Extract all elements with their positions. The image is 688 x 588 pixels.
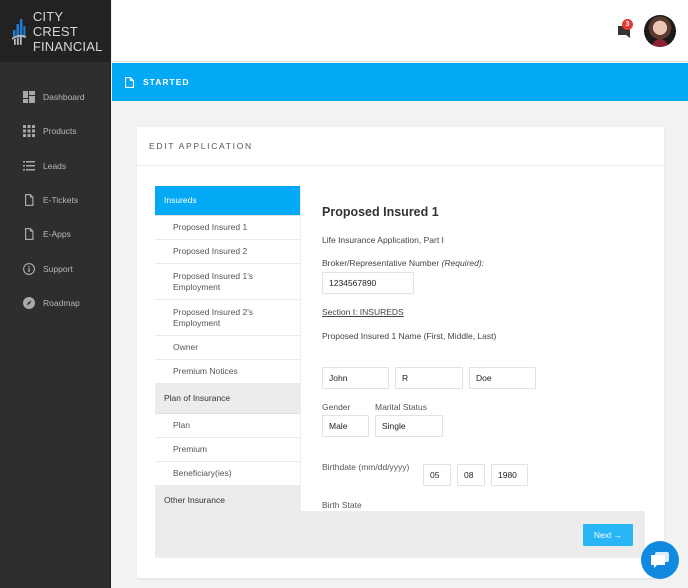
step-label: Plan [173,420,191,430]
steps-nav[interactable]: Insureds Proposed Insured 1 Proposed Ins… [155,186,301,511]
sidebar-item-products[interactable]: Products [0,114,111,148]
sidebar-item-label: Dashboard [43,92,85,103]
form-title: Proposed Insured 1 [322,205,439,219]
last-name-input[interactable]: Doe [469,367,536,389]
step-premium-notices[interactable]: Premium Notices [155,360,300,384]
step-proposed-insured-2[interactable]: Proposed Insured 2 [155,240,300,264]
edit-application-card: EDIT APPLICATION Insureds Proposed Insur… [137,127,664,578]
section-label: Section I: INSUREDS [322,307,404,317]
sidebar-item-label: Products [43,126,77,137]
birth-month-input[interactable]: 05 [423,464,451,486]
step-other-insurance[interactable]: Other Insurance [155,486,300,511]
sidebar-item-label: Roadmap [43,297,80,308]
document-icon [125,76,134,88]
step-label: Proposed Insured 2's Employment [173,306,254,328]
chat-button[interactable] [641,541,679,579]
notification-badge: 3 [622,19,633,30]
sidebar-item-label: Leads [43,160,67,171]
sidebar-item-e-tickets[interactable]: E-Tickets [0,183,111,217]
step-label: Owner [173,342,199,352]
brand-logo[interactable]: CITY CREST FINANCIAL [0,0,111,62]
step-proposed-insured-1[interactable]: Proposed Insured 1 [155,216,300,240]
broker-label-text: Broker/Representative Number [322,258,442,268]
first-name-input[interactable]: John [322,367,389,389]
application-form: Proposed Insured 1 Life Insurance Applic… [322,186,652,511]
name-label: Proposed Insured 1 Name (First, Middle, … [322,331,497,341]
required-note: (Required): [441,258,485,268]
birth-year-input[interactable]: 1980 [491,464,528,486]
sidebar-item-support[interactable]: Support [0,251,111,285]
step-label: Beneficiary(ies) [173,468,232,478]
step-insured-1-employment[interactable]: Proposed Insured 1's Employment [155,264,300,300]
status-label: STARTED [143,77,190,87]
chat-icon [651,552,669,568]
top-bar: 3 [112,0,688,62]
broker-number-input[interactable]: 1234567890 [322,272,414,294]
marital-status-select[interactable]: Single [375,415,443,437]
brand-line-2: FINANCIAL [32,38,103,54]
sidebar-item-label: E-Apps [43,229,71,240]
step-label: Other Insurance [164,495,225,505]
step-beneficiaries[interactable]: Beneficiary(ies) [155,462,300,486]
sidebar-item-roadmap[interactable]: Roadmap [0,286,111,320]
sidebar: CITY CREST FINANCIAL Dashboard Products … [0,0,111,588]
step-label: Proposed Insured 2 [173,246,248,256]
gender-select[interactable]: Male [322,415,369,437]
list-icon [23,160,35,172]
form-footer: Next → [155,511,645,558]
sidebar-nav: Dashboard Products Leads E-Tickets E-App… [0,80,111,320]
brand-name: CITY CREST FINANCIAL [33,9,111,54]
step-label: Premium [173,444,208,454]
brand-line-1: CITY CREST [32,8,78,39]
info-icon [23,262,35,275]
step-label: Plan of Insurance [164,393,231,403]
step-insured-2-employment[interactable]: Proposed Insured 2's Employment [155,300,300,336]
compass-icon [23,296,35,309]
user-avatar[interactable] [644,15,676,47]
sidebar-item-leads[interactable]: Leads [0,149,111,183]
step-plan-of-insurance[interactable]: Plan of Insurance [155,384,300,414]
middle-name-input[interactable]: R [395,367,463,389]
sidebar-item-dashboard[interactable]: Dashboard [0,80,111,114]
marital-status-label: Marital Status [375,402,427,412]
grid-icon [23,125,35,138]
step-owner[interactable]: Owner [155,336,300,360]
step-premium[interactable]: Premium [155,438,300,462]
step-insureds[interactable]: Insureds [155,186,300,216]
status-bar: STARTED [112,63,688,101]
gender-label: Gender [322,402,351,412]
birth-day-input[interactable]: 08 [457,464,485,486]
step-label: Proposed Insured 1's Employment [173,270,254,292]
logo-icon [12,19,26,45]
dashboard-icon [23,91,35,104]
broker-label: Broker/Representative Number (Required): [322,258,484,268]
document-icon [23,194,35,207]
next-button[interactable]: Next → [583,524,633,546]
document-icon [23,228,35,241]
step-label: Proposed Insured 1 [173,222,248,232]
birth-state-label: Birth State [322,500,362,510]
sidebar-item-label: Support [43,263,73,274]
card-title: EDIT APPLICATION [137,127,664,166]
step-label: Premium Notices [173,366,238,376]
form-subtitle: Life Insurance Application, Part I [322,235,444,245]
sidebar-item-e-apps[interactable]: E-Apps [0,217,111,251]
step-label: Insureds [164,195,197,205]
step-plan[interactable]: Plan [155,414,300,438]
sidebar-item-label: E-Tickets [43,195,79,206]
birthdate-label: Birthdate (mm/dd/yyyy) [322,462,410,472]
